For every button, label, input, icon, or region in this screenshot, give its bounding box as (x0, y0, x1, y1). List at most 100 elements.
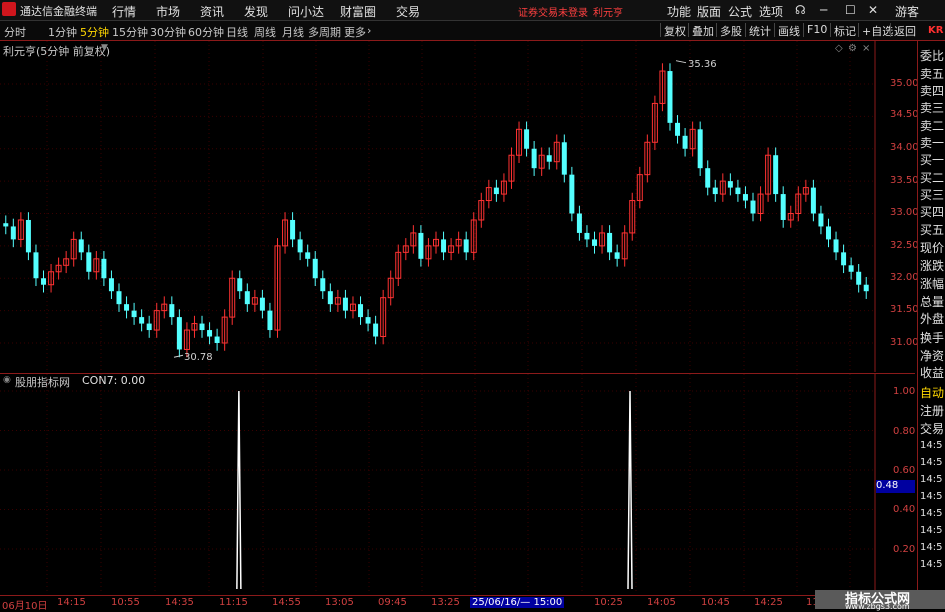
menu-xuanxiang[interactable]: 选项 (759, 3, 783, 20)
menu-faxian[interactable]: 发现 (244, 3, 268, 20)
tick-time: 14:5 (920, 440, 943, 451)
app-logo-icon (2, 2, 16, 16)
candle-body (531, 148, 537, 169)
candle-body (735, 187, 741, 195)
candle-body (146, 323, 152, 331)
btn-f10[interactable]: F10 (803, 23, 827, 37)
tab-daily[interactable]: 日线 (226, 24, 248, 40)
quote-side-panel: 委比 卖五 卖四 卖三 卖二 卖一 买一 买二 买三 买四 买五 现价 涨跌 涨… (917, 41, 945, 594)
menu-gongneng[interactable]: 功能 (667, 3, 691, 20)
btn-biaoji[interactable]: 标记 (830, 23, 856, 38)
tick-time: 14:5 (920, 525, 943, 536)
candle-body (524, 129, 530, 149)
candle-body (373, 323, 379, 337)
menu-banmian[interactable]: 版面 (697, 3, 721, 20)
candle-body (78, 239, 84, 253)
chevron-right-icon[interactable]: › (367, 24, 371, 37)
time-label: 14:05 (647, 597, 676, 608)
tab-1min[interactable]: 1分钟 (48, 24, 77, 40)
btn-diejia[interactable]: 叠加 (688, 23, 714, 38)
menu-zixun[interactable]: 资讯 (200, 3, 224, 20)
watermark: 指标公式网 www.zbgs3.com (815, 590, 945, 611)
candle-body (207, 330, 213, 337)
btn-huaxian[interactable]: 画线 (774, 23, 800, 38)
tab-more[interactable]: 更多 (344, 24, 366, 40)
candle-body (290, 219, 296, 240)
candle-body (358, 304, 364, 318)
quote-label: 净资 (920, 349, 945, 363)
menu-hangqing[interactable]: 行情 (112, 3, 136, 20)
quote-label: 外盘 (920, 312, 945, 326)
ytick-label: 32.00 (890, 272, 919, 283)
menu-wenxiaoda[interactable]: 问小达 (288, 3, 324, 20)
candle-body (199, 323, 205, 331)
tab-monthly[interactable]: 月线 (282, 24, 304, 40)
quote-label: 买五 (920, 223, 945, 237)
candle-body (124, 304, 130, 311)
candle-body (176, 317, 182, 350)
tab-multi-period[interactable]: 多周期 (308, 24, 341, 40)
maximize-icon[interactable]: ☐ (845, 3, 856, 17)
tab-15min[interactable]: 15分钟 (112, 24, 148, 40)
btn-fuquan[interactable]: 复权 (660, 23, 686, 38)
menu-caifuquan[interactable]: 财富圈 (340, 3, 376, 20)
ytick-label: 31.00 (890, 337, 919, 348)
candle-body (614, 252, 620, 259)
indicator-panel[interactable]: ◉ 股朋指标网 CON7: 0.00 1.00 0.80 0.60 0.40 0… (0, 374, 915, 594)
tab-weekly[interactable]: 周线 (254, 24, 276, 40)
time-label: 14:35 (165, 597, 194, 608)
candle-body (841, 252, 847, 266)
btn-back[interactable]: 返回 (890, 23, 916, 38)
corner-code: KR (928, 25, 944, 36)
quote-label: 买二 (920, 171, 945, 185)
indicator-chart[interactable] (0, 374, 915, 594)
indicator-spike (236, 390, 242, 590)
candlestick-chart[interactable] (0, 41, 915, 372)
quote-label: 卖一 (920, 136, 945, 150)
candlestick-panel[interactable]: 利元亨(5分钟 前复权) ▼ ◇ ⚙ × 35.00 34.50 34.00 3… (0, 41, 919, 372)
candle-body (101, 258, 107, 279)
time-label: 10:55 (111, 597, 140, 608)
tab-fenshi[interactable]: 分时 (4, 24, 26, 40)
btn-add-favorite[interactable]: +自选 (858, 23, 893, 38)
candle-body (561, 142, 567, 175)
time-label: 13:05 (325, 597, 354, 608)
btn-duogu[interactable]: 多股 (716, 23, 742, 38)
candle-body (712, 187, 718, 195)
register-button[interactable]: 注册 (920, 402, 944, 419)
candle-body (169, 304, 175, 318)
candle-body (267, 310, 273, 331)
menu-shichang[interactable]: 市场 (156, 3, 180, 20)
candle-body (305, 252, 311, 259)
candle-body (742, 194, 748, 201)
candle-body (33, 252, 39, 279)
tab-60min[interactable]: 60分钟 (188, 24, 224, 40)
ytick-label: 31.50 (890, 304, 919, 315)
login-status[interactable]: 证券交易未登录 (518, 4, 588, 19)
menu-jiaoyi[interactable]: 交易 (396, 3, 420, 20)
btn-tongji[interactable]: 统计 (745, 23, 771, 38)
ytick-label: 0.60 (893, 465, 916, 476)
tab-30min[interactable]: 30分钟 (150, 24, 186, 40)
auto-button[interactable]: 自动 (920, 384, 944, 401)
tick-time: 14:5 (920, 491, 943, 502)
candle-body (863, 284, 869, 292)
menu-gongshi[interactable]: 公式 (728, 3, 752, 20)
period-bar: 分时 1分钟 5分钟 15分钟 30分钟 60分钟 日线 周线 月线 多周期 更… (0, 21, 945, 41)
close-icon[interactable]: ✕ (868, 3, 878, 17)
candle-body (108, 278, 114, 292)
quote-label: 涨幅 (920, 277, 945, 291)
candle-body (697, 129, 703, 169)
headset-icon[interactable]: ☊ (795, 3, 806, 17)
guest-label[interactable]: 游客 (895, 3, 919, 20)
time-label: 10:45 (701, 597, 730, 608)
tab-5min[interactable]: 5分钟 (80, 24, 109, 40)
ytick-label: 34.50 (890, 109, 919, 120)
ytick-label: 0.20 (893, 544, 916, 555)
tick-time: 14:5 (920, 542, 943, 553)
minimize-icon[interactable]: ─ (820, 3, 827, 17)
quote-label: 买三 (920, 188, 945, 202)
tick-time: 14:5 (920, 457, 943, 468)
candle-body (327, 291, 333, 305)
trade-button[interactable]: 交易 (920, 420, 944, 437)
